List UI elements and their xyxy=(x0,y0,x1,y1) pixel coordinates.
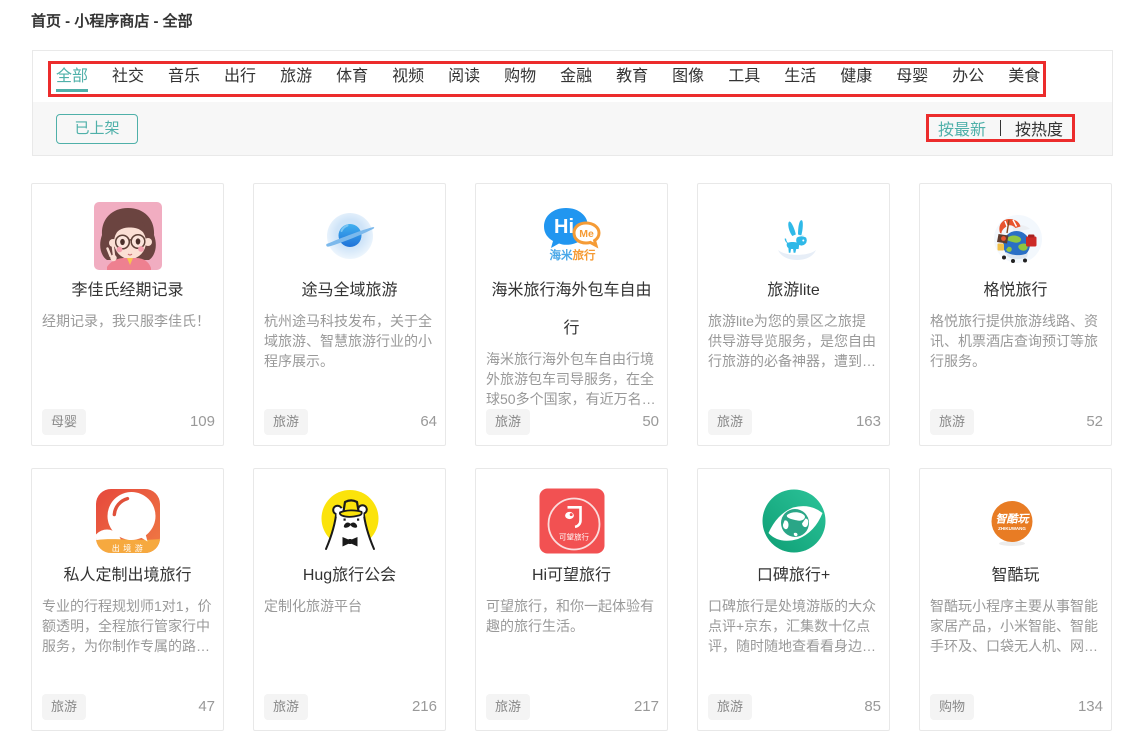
svg-text:Me: Me xyxy=(579,228,594,240)
svg-text:Hi: Hi xyxy=(554,216,574,238)
svg-text:出境游: 出境游 xyxy=(111,543,146,553)
svg-text:可望旅行: 可望旅行 xyxy=(559,532,589,542)
svg-text:智酷玩: 智酷玩 xyxy=(995,513,1030,526)
svg-text:海米: 海米 xyxy=(549,248,572,262)
svg-text:ZHIKUWANG: ZHIKUWANG xyxy=(998,526,1026,531)
svg-text:旅行: 旅行 xyxy=(572,248,595,262)
